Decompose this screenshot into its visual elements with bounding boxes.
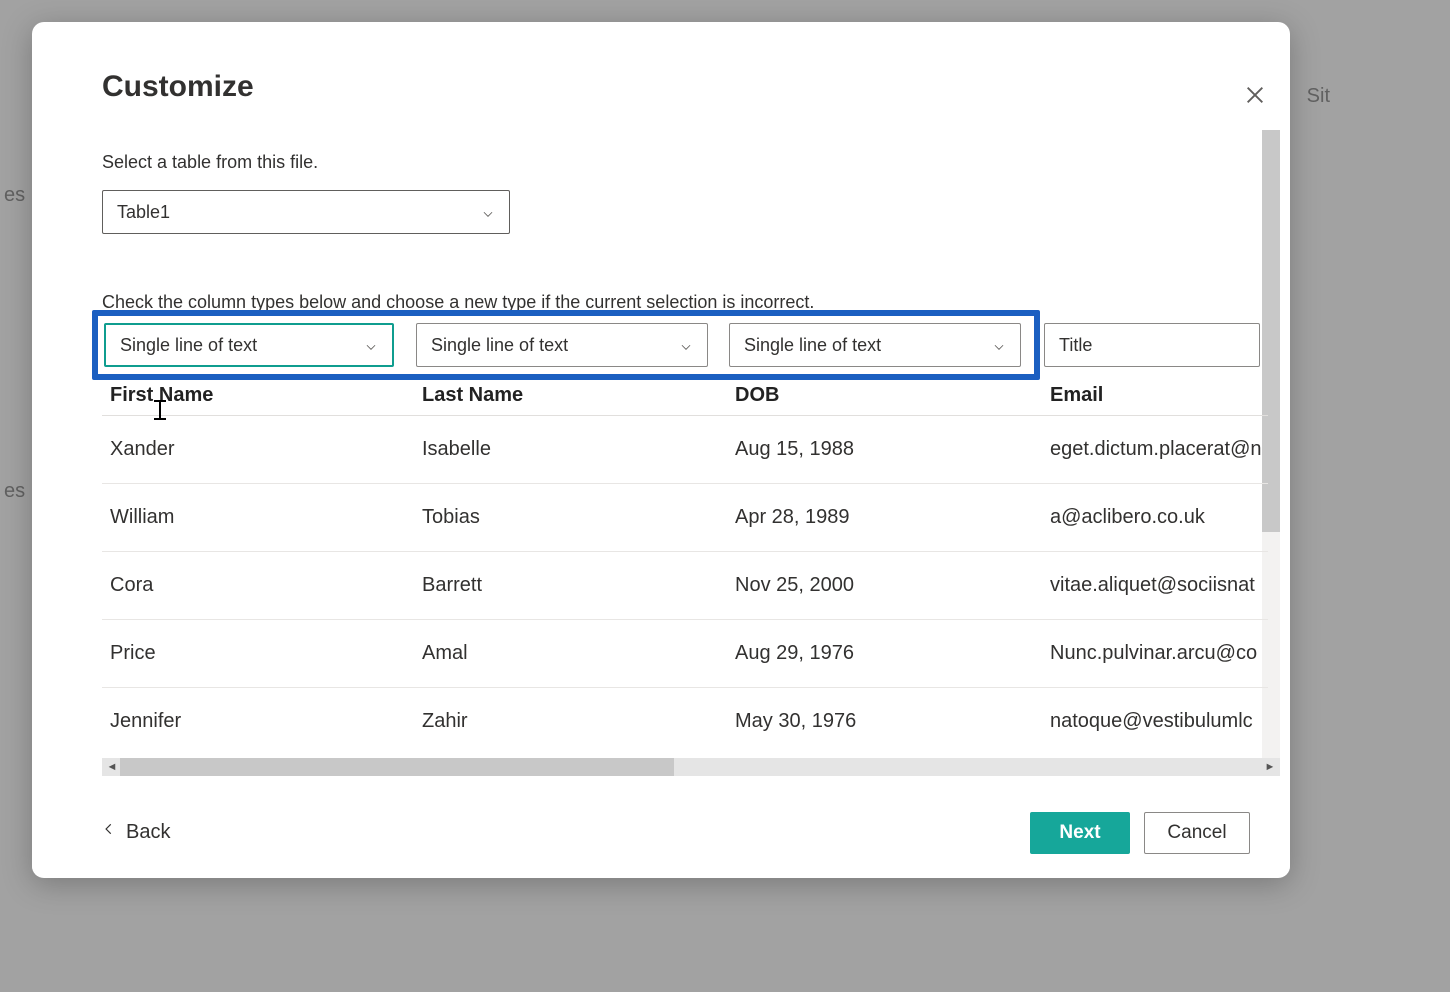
- chevron-down-icon: [679, 338, 693, 352]
- column-type-select-4[interactable]: Title: [1044, 323, 1260, 367]
- scroll-left-icon[interactable]: ◄: [104, 759, 120, 775]
- cell-last-name: Zahir: [422, 710, 722, 733]
- chevron-left-icon: [102, 818, 116, 846]
- select-table-label: Select a table from this file.: [102, 152, 318, 173]
- cell-dob: Apr 28, 1989: [735, 506, 1035, 529]
- cell-first-name: Cora: [110, 574, 410, 597]
- cell-dob: Aug 29, 1976: [735, 642, 1035, 665]
- column-type-value: Single line of text: [744, 335, 881, 356]
- dialog-content: Select a table from this file. Table1 Ch…: [32, 130, 1290, 878]
- cell-first-name: Jennifer: [110, 710, 410, 733]
- column-type-value: Single line of text: [431, 335, 568, 356]
- customize-dialog: Customize Select a table from this file.…: [32, 22, 1290, 878]
- column-header-first-name: First Name: [110, 384, 213, 407]
- chevron-down-icon: [364, 338, 378, 352]
- scroll-right-icon[interactable]: ►: [1262, 759, 1278, 775]
- chevron-down-icon: [992, 338, 1006, 352]
- cancel-button[interactable]: Cancel: [1144, 812, 1250, 854]
- close-button[interactable]: [1244, 84, 1274, 114]
- table-row: Price Amal Aug 29, 1976 Nunc.pulvinar.ar…: [102, 620, 1268, 688]
- cell-first-name: William: [110, 506, 410, 529]
- table-select[interactable]: Table1: [102, 190, 510, 234]
- cell-first-name: Xander: [110, 438, 410, 461]
- horizontal-scrollbar[interactable]: ◄ ►: [102, 758, 1280, 776]
- column-header-dob: DOB: [735, 384, 779, 407]
- horizontal-scrollbar-thumb[interactable]: [120, 758, 674, 776]
- column-header-last-name: Last Name: [422, 384, 523, 407]
- column-header-email: Email: [1050, 384, 1103, 407]
- column-type-select-2[interactable]: Single line of text: [416, 323, 708, 367]
- cell-first-name: Price: [110, 642, 410, 665]
- cell-dob: Aug 15, 1988: [735, 438, 1035, 461]
- cell-email: natoque@vestibulumlc: [1050, 710, 1262, 733]
- table-header-row: First Name Last Name DOB Email: [102, 378, 1268, 416]
- cell-email: vitae.aliquet@sociisnat: [1050, 574, 1262, 597]
- next-button[interactable]: Next: [1030, 812, 1130, 854]
- cell-last-name: Tobias: [422, 506, 722, 529]
- back-button-label: Back: [126, 821, 170, 844]
- cell-dob: May 30, 1976: [735, 710, 1035, 733]
- table-row: Jennifer Zahir May 30, 1976 natoque@vest…: [102, 688, 1268, 756]
- dialog-footer: Back Next Cancel: [32, 790, 1290, 876]
- check-columns-label: Check the column types below and choose …: [102, 292, 814, 313]
- dialog-title: Customize: [102, 70, 254, 104]
- column-type-value: Title: [1059, 335, 1092, 356]
- column-type-select-1[interactable]: Single line of text: [104, 323, 394, 367]
- table-row: Cora Barrett Nov 25, 2000 vitae.aliquet@…: [102, 552, 1268, 620]
- cell-last-name: Barrett: [422, 574, 722, 597]
- table-row: Xander Isabelle Aug 15, 1988 eget.dictum…: [102, 416, 1268, 484]
- column-type-select-3[interactable]: Single line of text: [729, 323, 1021, 367]
- chevron-down-icon: [481, 205, 495, 219]
- table-select-value: Table1: [117, 202, 170, 223]
- cell-email: a@aclibero.co.uk: [1050, 506, 1262, 529]
- cancel-button-label: Cancel: [1167, 822, 1226, 844]
- cell-dob: Nov 25, 2000: [735, 574, 1035, 597]
- column-type-value: Single line of text: [120, 335, 257, 356]
- close-icon: [1244, 93, 1266, 110]
- cell-last-name: Amal: [422, 642, 722, 665]
- next-button-label: Next: [1059, 822, 1100, 844]
- cell-email: eget.dictum.placerat@n: [1050, 438, 1262, 461]
- cell-email: Nunc.pulvinar.arcu@co: [1050, 642, 1262, 665]
- cell-last-name: Isabelle: [422, 438, 722, 461]
- back-button[interactable]: Back: [102, 818, 170, 846]
- table-row: William Tobias Apr 28, 1989 a@aclibero.c…: [102, 484, 1268, 552]
- table-body: Xander Isabelle Aug 15, 1988 eget.dictum…: [102, 416, 1268, 756]
